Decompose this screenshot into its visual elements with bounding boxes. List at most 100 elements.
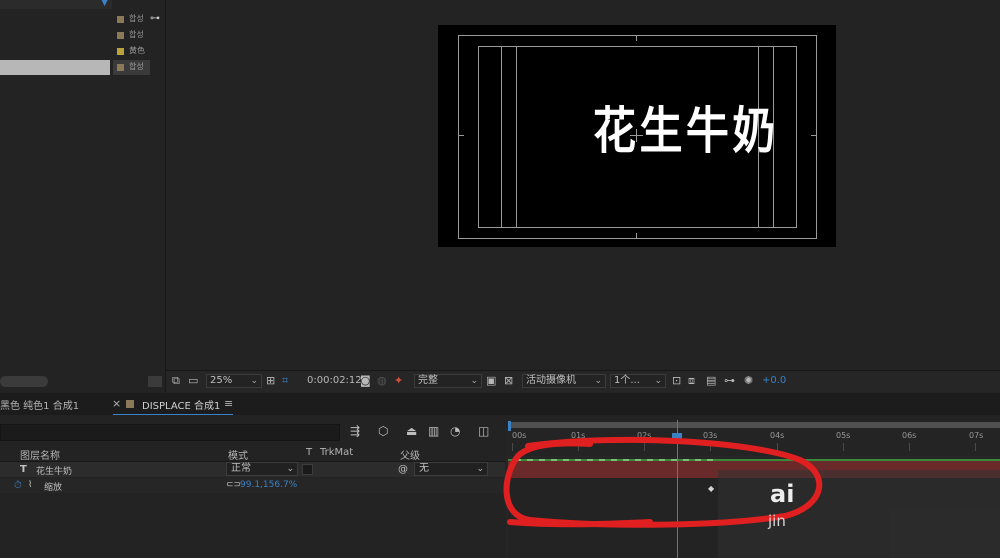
layer-row[interactable]: T 花生牛奶 正常 ⌄ @ 无 ⌄ (0, 462, 505, 477)
ruler-tick-label: 05s (836, 431, 851, 440)
chevron-down-icon: ⌄ (470, 376, 478, 386)
preserve-transparency-checkbox[interactable] (302, 464, 313, 475)
work-area-start-handle[interactable] (508, 421, 511, 431)
ruler-tick (512, 443, 513, 451)
keyframe-icon[interactable]: ◆ (708, 484, 714, 493)
safe-margins-icon[interactable]: ⊞ (266, 374, 275, 387)
ruler-tick-label: 03s (703, 431, 718, 440)
render-cache-dash (515, 459, 715, 461)
tab-displace-comp[interactable]: DISPLACE 合成1 (142, 397, 220, 412)
t-column-header[interactable]: T (306, 447, 312, 458)
chevron-down-icon: ⌄ (286, 464, 294, 474)
text-layer-icon: T (20, 464, 27, 475)
always-preview-icon[interactable]: ⧉ (172, 374, 180, 388)
project-item-selected[interactable]: 합성 (0, 60, 150, 75)
project-item-type: 합성 (129, 14, 144, 23)
chevron-down-icon: ⌄ (654, 376, 662, 386)
ruler-tick (710, 443, 711, 451)
chevron-down-icon: ⌄ (476, 464, 484, 474)
constrain-proportions-icon[interactable]: ⊂⊃ (226, 480, 241, 490)
flowchart-icon[interactable]: ⊶ (150, 13, 160, 24)
camera-dropdown[interactable]: 活动摄像机 ⌄ (522, 374, 606, 388)
composition-mini-flowchart-icon[interactable]: ⇶ (350, 424, 360, 438)
zoom-value: 25% (210, 375, 233, 386)
composition-text-layer[interactable]: 花生牛奶 (593, 91, 779, 163)
timeline-search-input[interactable] (0, 424, 340, 441)
viewer-toolbar: ⧉ ▭ 25% ⌄ ⊞ ⌗ 0:00:02:12 ◙ ◍ ✦ 完整 ⌄ ▣ ⊠ 活动… (166, 370, 1000, 393)
parent-value: 无 (419, 463, 429, 474)
property-row[interactable]: ⏱ ⌇ 缩放 ⊂⊃ 99.1,156.7% (0, 478, 505, 493)
draft-3d-icon[interactable]: ⬡ (378, 424, 388, 438)
frame-blending-icon[interactable]: ▥ (428, 424, 439, 438)
center-tick (636, 233, 637, 239)
stopwatch-icon[interactable]: ⏱ (14, 480, 22, 491)
pickwhip-icon[interactable]: @ (398, 464, 408, 475)
ruler-tick (644, 443, 645, 451)
ruler-tick-label: 06s (902, 431, 917, 440)
center-tick (458, 135, 464, 136)
ruler-tick (909, 443, 910, 451)
motion-blur-icon[interactable]: ◔ (450, 424, 460, 438)
ruler-tick-label: 02s (637, 431, 652, 440)
flowchart-icon[interactable]: ⊶ (724, 374, 735, 387)
current-timecode[interactable]: 0:00:02:12 (307, 375, 362, 386)
sort-arrow-icon[interactable]: ▼ (101, 0, 108, 8)
project-item[interactable]: 합성 (0, 12, 150, 27)
views-value: 1个... (614, 375, 640, 386)
trkmat-column-header[interactable]: TrkMat (320, 447, 353, 458)
resolution-dropdown[interactable]: 完整 ⌄ (414, 374, 482, 388)
hide-shy-layers-icon[interactable]: ⏏ (406, 424, 417, 438)
fast-previews-icon[interactable]: ⧈ (688, 374, 695, 388)
ruler-tick-label: 01s (571, 431, 586, 440)
mask-visibility-icon[interactable]: ⌗ (282, 374, 288, 388)
scale-value[interactable]: 99.1,156.7% (240, 480, 297, 490)
project-item[interactable]: 黄色 (0, 44, 150, 59)
tab-solid-comp[interactable]: 黑色 纯色1 合成1 (0, 397, 79, 412)
resolution-value: 完整 (418, 375, 438, 386)
layer-mode-dropdown[interactable]: 正常 ⌄ (226, 462, 298, 476)
reset-exposure-icon[interactable]: ✺ (744, 374, 753, 387)
zoom-dropdown[interactable]: 25% ⌄ (206, 374, 262, 388)
timeline-icon[interactable]: ▤ (706, 374, 716, 387)
parent-column-header[interactable]: 父级 (400, 447, 420, 462)
close-icon[interactable]: × (112, 397, 121, 410)
label-color-swatch[interactable] (117, 48, 124, 55)
ruler-tick-label: 04s (770, 431, 785, 440)
project-column-header[interactable]: ▼ (0, 0, 112, 9)
layer-name-column-header[interactable]: 图层名称 (20, 447, 60, 462)
label-color-swatch[interactable] (117, 64, 124, 71)
project-item-type: 합성 (129, 62, 144, 71)
views-dropdown[interactable]: 1个... ⌄ (610, 374, 666, 388)
color-channels-icon[interactable]: ✦ (394, 374, 403, 387)
exposure-value[interactable]: +0.0 (762, 375, 786, 386)
camera-value: 活动摄像机 (526, 375, 576, 386)
project-item[interactable]: 합성 (0, 28, 150, 43)
panel-menu-icon[interactable]: ≡ (224, 397, 233, 410)
composition-frame[interactable]: 花生牛奶 (438, 25, 836, 247)
region-of-interest-icon[interactable]: ▣ (486, 374, 496, 387)
snapshot-icon[interactable]: ◙ (360, 374, 371, 387)
chevron-down-icon: ⌄ (594, 376, 602, 386)
center-tick (636, 35, 637, 41)
layer-name[interactable]: 花生牛奶 (36, 464, 72, 477)
project-scrollbar-end[interactable] (148, 376, 162, 387)
current-time-indicator-head[interactable] (672, 433, 682, 441)
graph-icon[interactable]: ⌇ (28, 480, 32, 490)
ruler-tick-label: 07s (969, 431, 984, 440)
graph-editor-icon[interactable]: ◫ (478, 424, 489, 438)
transparency-grid-icon[interactable]: ⊠ (504, 374, 513, 387)
monitor-icon[interactable]: ▭ (188, 374, 198, 387)
layer-mode-value: 正常 (231, 463, 251, 474)
label-color-swatch[interactable] (117, 16, 124, 23)
watermark-text: jin (768, 512, 786, 530)
show-snapshot-icon[interactable]: ◍ (377, 374, 387, 387)
parent-dropdown[interactable]: 无 ⌄ (414, 462, 488, 476)
mode-column-header[interactable]: 模式 (228, 447, 248, 462)
timeline-tab-bar: 黑色 纯色1 合成1 × DISPLACE 合成1 ≡ (0, 393, 1000, 415)
label-color-swatch[interactable] (117, 32, 124, 39)
work-area-bar[interactable] (508, 422, 1000, 428)
guide-line (501, 46, 502, 228)
toggle-pixel-aspect-icon[interactable]: ⊡ (672, 374, 681, 387)
chevron-down-icon: ⌄ (250, 376, 258, 386)
project-scrollbar[interactable] (0, 376, 48, 387)
